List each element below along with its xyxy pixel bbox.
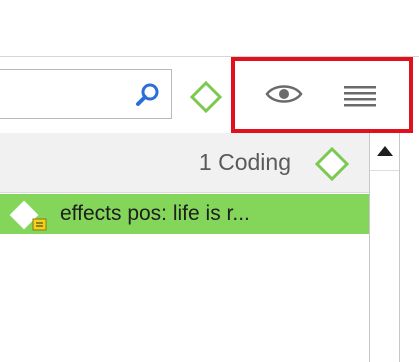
search-input[interactable] <box>0 69 172 119</box>
app-window: 1 Coding effects pos: life is r... <box>0 0 419 362</box>
list-item[interactable]: effects pos: life is r... <box>0 194 369 234</box>
scroll-up-button[interactable] <box>370 133 399 171</box>
search-icon[interactable] <box>135 82 161 108</box>
coding-count-label: 1 Coding <box>198 149 291 175</box>
coding-list-panel: 1 Coding effects pos: life is r... <box>0 133 370 362</box>
hamburger-menu-icon[interactable] <box>344 84 376 108</box>
list-item-label: effects pos: life is r... <box>60 202 250 225</box>
eye-icon[interactable] <box>264 80 304 108</box>
scrollbar-track[interactable] <box>370 171 399 362</box>
vertical-scrollbar[interactable] <box>370 133 400 362</box>
code-memo-icon <box>9 200 47 231</box>
list-header: 1 Coding <box>0 133 369 193</box>
diamond-icon[interactable] <box>189 80 223 114</box>
highlight-box <box>231 57 413 133</box>
diamond-icon <box>314 146 350 182</box>
triangle-up-icon <box>377 146 393 156</box>
